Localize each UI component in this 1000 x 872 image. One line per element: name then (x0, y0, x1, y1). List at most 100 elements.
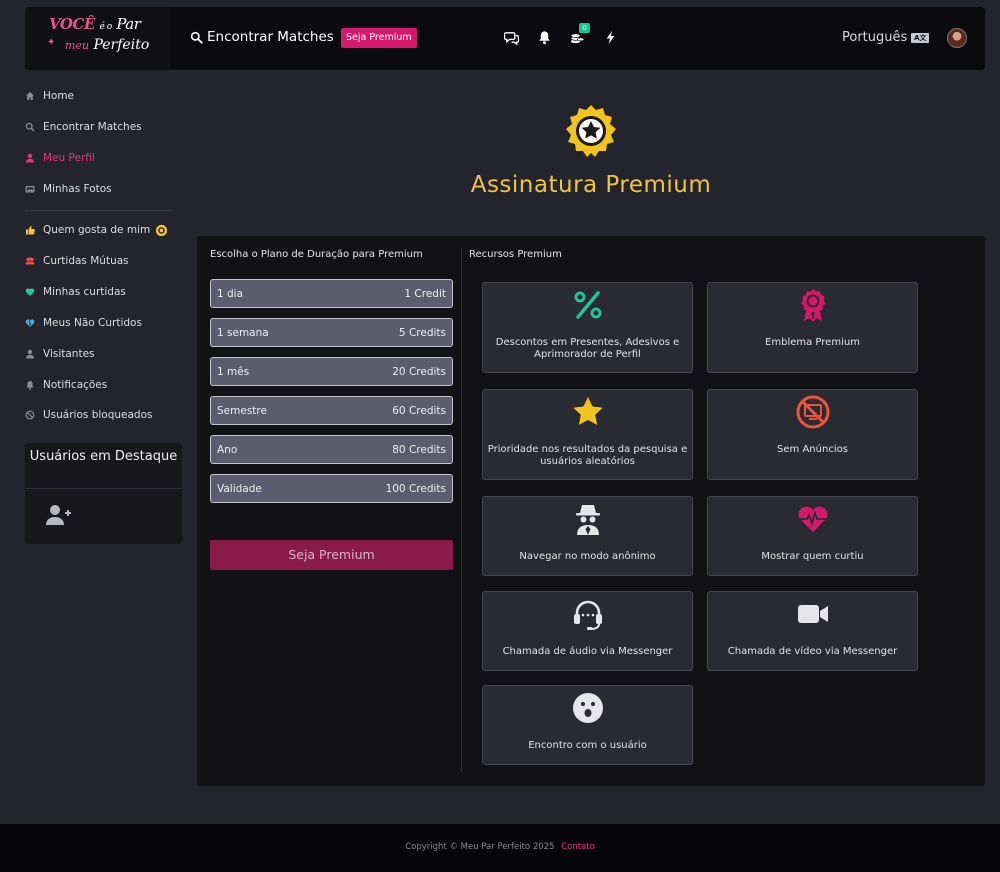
user-icon (25, 153, 35, 163)
heartbeat-icon (708, 501, 917, 537)
user-avatar[interactable] (947, 28, 967, 48)
sidebar-item-my-likes[interactable]: Minhas curtidas (25, 281, 126, 303)
sidebar-item-home[interactable]: Home (25, 85, 74, 107)
thumbs-up-icon (25, 225, 35, 235)
sidebar-item-visitors[interactable]: Visitantes (25, 343, 95, 365)
plan-option-1-week[interactable]: 1 semana 5 Credits (210, 318, 453, 347)
language-selector[interactable]: Português A文 (842, 30, 930, 45)
feature-card-discounts: Descontos em Presentes, Adesivos e Aprim… (482, 282, 693, 373)
logo-word-perfeito: Perfeito (93, 37, 150, 53)
photos-icon (25, 184, 35, 194)
logo-word-e-o: é o (99, 22, 113, 32)
sidebar-item-label: Meus Não Curtidos (43, 317, 142, 329)
feature-label: Sem Anúncios (777, 444, 848, 455)
heart-icon (25, 287, 35, 297)
footer-contact-link[interactable]: Contato (561, 842, 595, 852)
feature-label: Chamada de vídeo via Messenger (727, 646, 898, 657)
feature-label: Emblema Premium (765, 337, 860, 348)
logo-word-par: Par (116, 15, 141, 33)
logo-line-2: meu Perfeito (65, 37, 149, 53)
star-icon (483, 394, 692, 430)
premium-panel: Escolha o Plano de Duração para Premium … (197, 236, 985, 786)
home-icon (25, 91, 35, 101)
plan-price: 20 Credits (392, 365, 446, 378)
feature-card-no-ads: Sem Anúncios (707, 389, 918, 480)
sidebar-item-my-profile[interactable]: Meu Perfil (25, 147, 95, 169)
header-icons: 0 (503, 23, 619, 46)
plan-name: Semestre (217, 404, 267, 417)
header-premium-button[interactable]: Seja Premium (341, 28, 417, 48)
sidebar-item-my-photos[interactable]: Minhas Fotos (25, 178, 112, 200)
sidebar-item-label: Home (43, 90, 75, 102)
headset-icon (483, 596, 692, 632)
feature-label: Navegar no modo anônimo (519, 551, 656, 562)
plan-option-1-month[interactable]: 1 mês 20 Credits (210, 357, 453, 386)
notifications-button[interactable] (536, 29, 553, 46)
site-logo[interactable]: ✦ VOCÊ é o Par meu Perfeito (25, 7, 170, 70)
plan-price: 60 Credits (392, 404, 446, 417)
sidebar-item-label: Notificações (43, 379, 108, 391)
award-ribbon-icon (708, 287, 917, 323)
plan-option-lifetime[interactable]: Validade 100 Credits (210, 474, 453, 503)
ban-icon (25, 410, 35, 420)
plan-price: 100 Credits (385, 482, 446, 495)
plan-name: 1 dia (217, 287, 244, 300)
sidebar-item-blocked-users[interactable]: Usuários bloqueados (25, 404, 153, 426)
sidebar-item-label: Visitantes (43, 348, 95, 360)
sidebar-item-notifications[interactable]: Notificações (25, 374, 107, 396)
logo-spark-icon: ✦ (47, 37, 56, 48)
search-icon (190, 31, 203, 44)
sidebar-item-label: Encontrar Matches (43, 121, 142, 133)
chat-icon (504, 32, 519, 45)
feature-label: Mostrar quem curtiu (761, 551, 864, 562)
top-header: ✦ VOCÊ é o Par meu Perfeito Encontrar Ma… (25, 7, 985, 70)
sidebar-item-label: Minhas Fotos (43, 183, 112, 195)
plan-price: 1 Credit (404, 287, 446, 300)
sidebar-item-find-matches[interactable]: Encontrar Matches (25, 116, 142, 138)
bell-icon (25, 380, 35, 390)
credits-button[interactable]: 0 (569, 23, 590, 46)
feature-label: Chamada de áudio via Messenger (502, 646, 673, 657)
feature-card-incognito: Navegar no modo anônimo (482, 496, 693, 576)
feature-card-priority: Prioridade nos resultados da pesquisa e … (482, 389, 693, 480)
sidebar-divider (25, 210, 172, 211)
incognito-icon (483, 501, 692, 537)
plan-price: 80 Credits (392, 443, 446, 456)
language-label: Português (842, 30, 908, 45)
boost-button[interactable] (602, 29, 619, 46)
feature-card-video-call: Chamada de vídeo via Messenger (707, 591, 918, 671)
header-find-matches-link[interactable]: Encontrar Matches (190, 29, 334, 45)
plans-title: Escolha o Plano de Duração para Premium (210, 249, 423, 260)
feature-card-show-likes: Mostrar quem curtiu (707, 496, 918, 576)
footer-text: Copyright © Meu Par Perfeito 2025 Contat… (0, 842, 1000, 852)
visitor-icon (25, 349, 35, 359)
sidebar-item-label: Quem gosta de mim (43, 224, 151, 236)
plan-name: 1 mês (217, 365, 250, 378)
users-icon (25, 256, 35, 266)
go-premium-button[interactable]: Seja Premium (210, 540, 453, 570)
sidebar-item-label: Meu Perfil (43, 152, 95, 164)
search-icon (25, 122, 35, 132)
plan-name: Validade (217, 482, 262, 495)
feature-card-premium-badge: Emblema Premium (707, 282, 918, 373)
sidebar-item-mutual-likes[interactable]: Curtidas Mútuas (25, 250, 129, 272)
broken-heart-icon (25, 318, 35, 328)
feature-card-audio-call: Chamada de áudio via Messenger (482, 591, 693, 671)
messages-button[interactable] (503, 29, 520, 46)
logo-word-voce: VOCÊ (49, 15, 95, 33)
plan-option-year[interactable]: Ano 80 Credits (210, 435, 453, 464)
logo-line-1: VOCÊ é o Par (49, 15, 141, 33)
bell-icon (539, 31, 550, 45)
premium-badge-icon (566, 105, 616, 157)
sidebar-item-label: Minhas curtidas (43, 286, 126, 298)
featured-users-title: Usuários em Destaque (29, 449, 178, 464)
feature-label: Prioridade nos resultados da pesquisa e … (487, 444, 688, 467)
sidebar-item-my-dislikes[interactable]: Meus Não Curtidos (25, 312, 142, 334)
sidebar-item-who-likes-me[interactable]: Quem gosta de mim (25, 219, 168, 241)
page-footer: Copyright © Meu Par Perfeito 2025 Contat… (0, 824, 1000, 872)
credits-count-badge: 0 (579, 23, 590, 33)
plan-option-semester[interactable]: Semestre 60 Credits (210, 396, 453, 425)
video-camera-icon (708, 596, 917, 632)
plan-option-1-day[interactable]: 1 dia 1 Credit (210, 279, 453, 308)
add-user-icon[interactable] (46, 504, 72, 526)
